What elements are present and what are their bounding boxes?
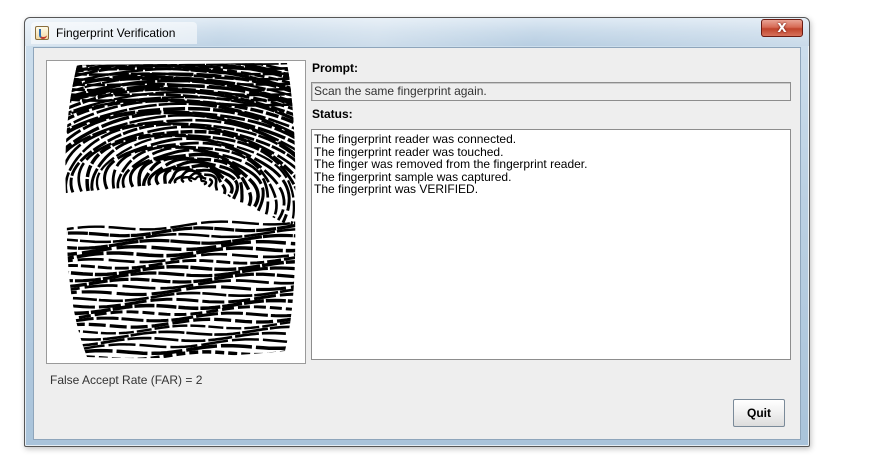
java-coffee-icon[interactable] [35, 26, 49, 40]
status-line: The finger was removed from the fingerpr… [314, 157, 588, 171]
status-label: Status: [312, 107, 353, 121]
quit-button[interactable]: Quit [733, 399, 785, 427]
fingerprint-verification-window: Fingerprint Verification X Prompt: Scan … [24, 17, 810, 447]
title-bar[interactable]: Fingerprint Verification X [25, 18, 809, 46]
status-text-area[interactable]: The fingerprint reader was connected. Th… [311, 129, 791, 360]
close-button[interactable]: X [761, 19, 803, 37]
fingerprint-ridge [65, 63, 296, 66]
far-label: False Accept Rate (FAR) = 2 [50, 373, 203, 387]
prompt-label: Prompt: [312, 61, 358, 75]
window-title: Fingerprint Verification [56, 26, 176, 40]
window-client-area: Prompt: Scan the same fingerprint again.… [33, 47, 801, 440]
status-line: The fingerprint reader was connected. [314, 132, 517, 146]
fingerprint-image-panel [46, 60, 306, 364]
prompt-field: Scan the same fingerprint again. [311, 82, 791, 101]
fingerprint-image [65, 63, 296, 359]
status-line: The fingerprint was VERIFIED. [314, 182, 479, 196]
